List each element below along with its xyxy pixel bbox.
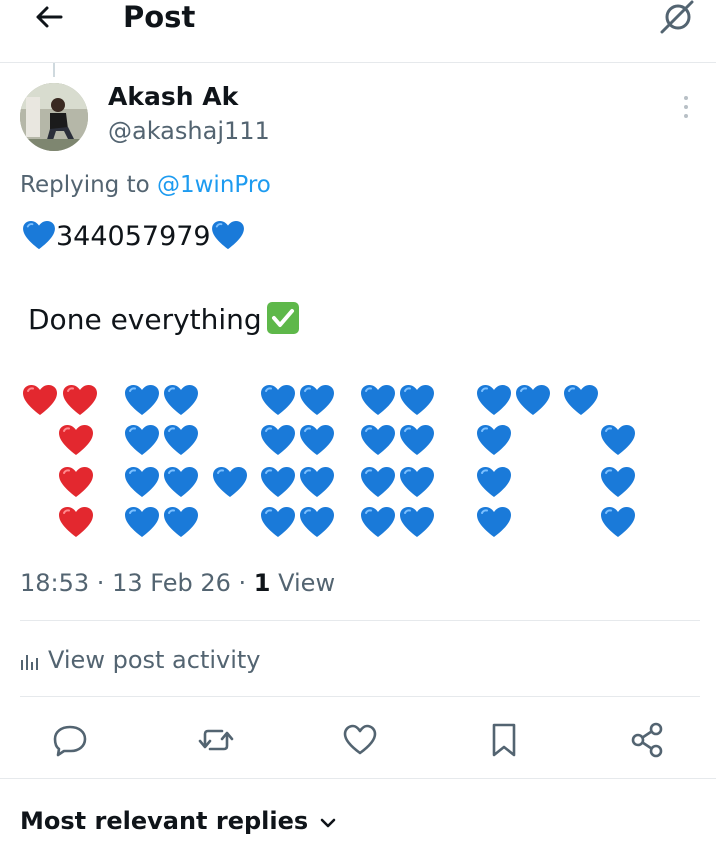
view-label: View — [270, 569, 336, 597]
post-time[interactable]: 18:53 — [20, 569, 89, 597]
top-bar: Post — [0, 0, 716, 63]
chevron-down-icon — [320, 818, 336, 828]
meta-separator: · — [89, 569, 113, 597]
post-metadata: 18:53 · 13 Feb 26 · 1 View — [20, 567, 335, 599]
reply-icon[interactable] — [50, 720, 90, 760]
check-mark-icon — [266, 302, 299, 334]
action-bar — [0, 712, 716, 768]
view-post-activity-link[interactable]: View post activity — [20, 643, 261, 677]
view-count: 1 — [253, 569, 271, 597]
replying-prefix: Replying to — [20, 172, 157, 198]
divider — [20, 620, 700, 621]
avatar[interactable] — [20, 83, 88, 151]
replying-mention-link[interactable]: @1winPro — [157, 172, 271, 198]
blue-heart-icon — [22, 220, 56, 250]
divider — [0, 778, 716, 779]
post-text-line-1: 344057979 — [22, 219, 245, 255]
arrow-left-icon[interactable] — [28, 0, 70, 36]
post-number-text: 344057979 — [56, 221, 211, 252]
blue-heart-icon — [211, 220, 245, 250]
bookmark-icon[interactable] — [484, 720, 524, 760]
author-handle[interactable]: @akashaj111 — [108, 116, 270, 146]
more-options-icon[interactable] — [676, 96, 696, 124]
heart-emoji-art — [22, 384, 636, 538]
meta-separator: · — [230, 569, 254, 597]
view-post-activity-label: View post activity — [48, 646, 261, 674]
thread-connector — [53, 63, 55, 77]
divider — [20, 696, 700, 697]
replying-to: Replying to @1winPro — [20, 170, 271, 200]
analytics-icon — [21, 655, 38, 670]
author-name[interactable]: Akash Ak — [108, 81, 238, 113]
grok-icon[interactable] — [656, 0, 696, 36]
repost-icon[interactable] — [196, 720, 236, 760]
post-text-line-2: Done everything — [28, 301, 300, 338]
replies-sort-label: Most relevant replies — [20, 807, 309, 835]
replies-sort-dropdown[interactable]: Most relevant replies — [20, 804, 336, 838]
heart-icon[interactable] — [340, 720, 380, 760]
share-icon[interactable] — [628, 720, 668, 760]
page-title: Post — [123, 0, 196, 34]
post-date[interactable]: 13 Feb 26 — [112, 569, 231, 597]
post-done-text: Done everything — [28, 303, 262, 336]
